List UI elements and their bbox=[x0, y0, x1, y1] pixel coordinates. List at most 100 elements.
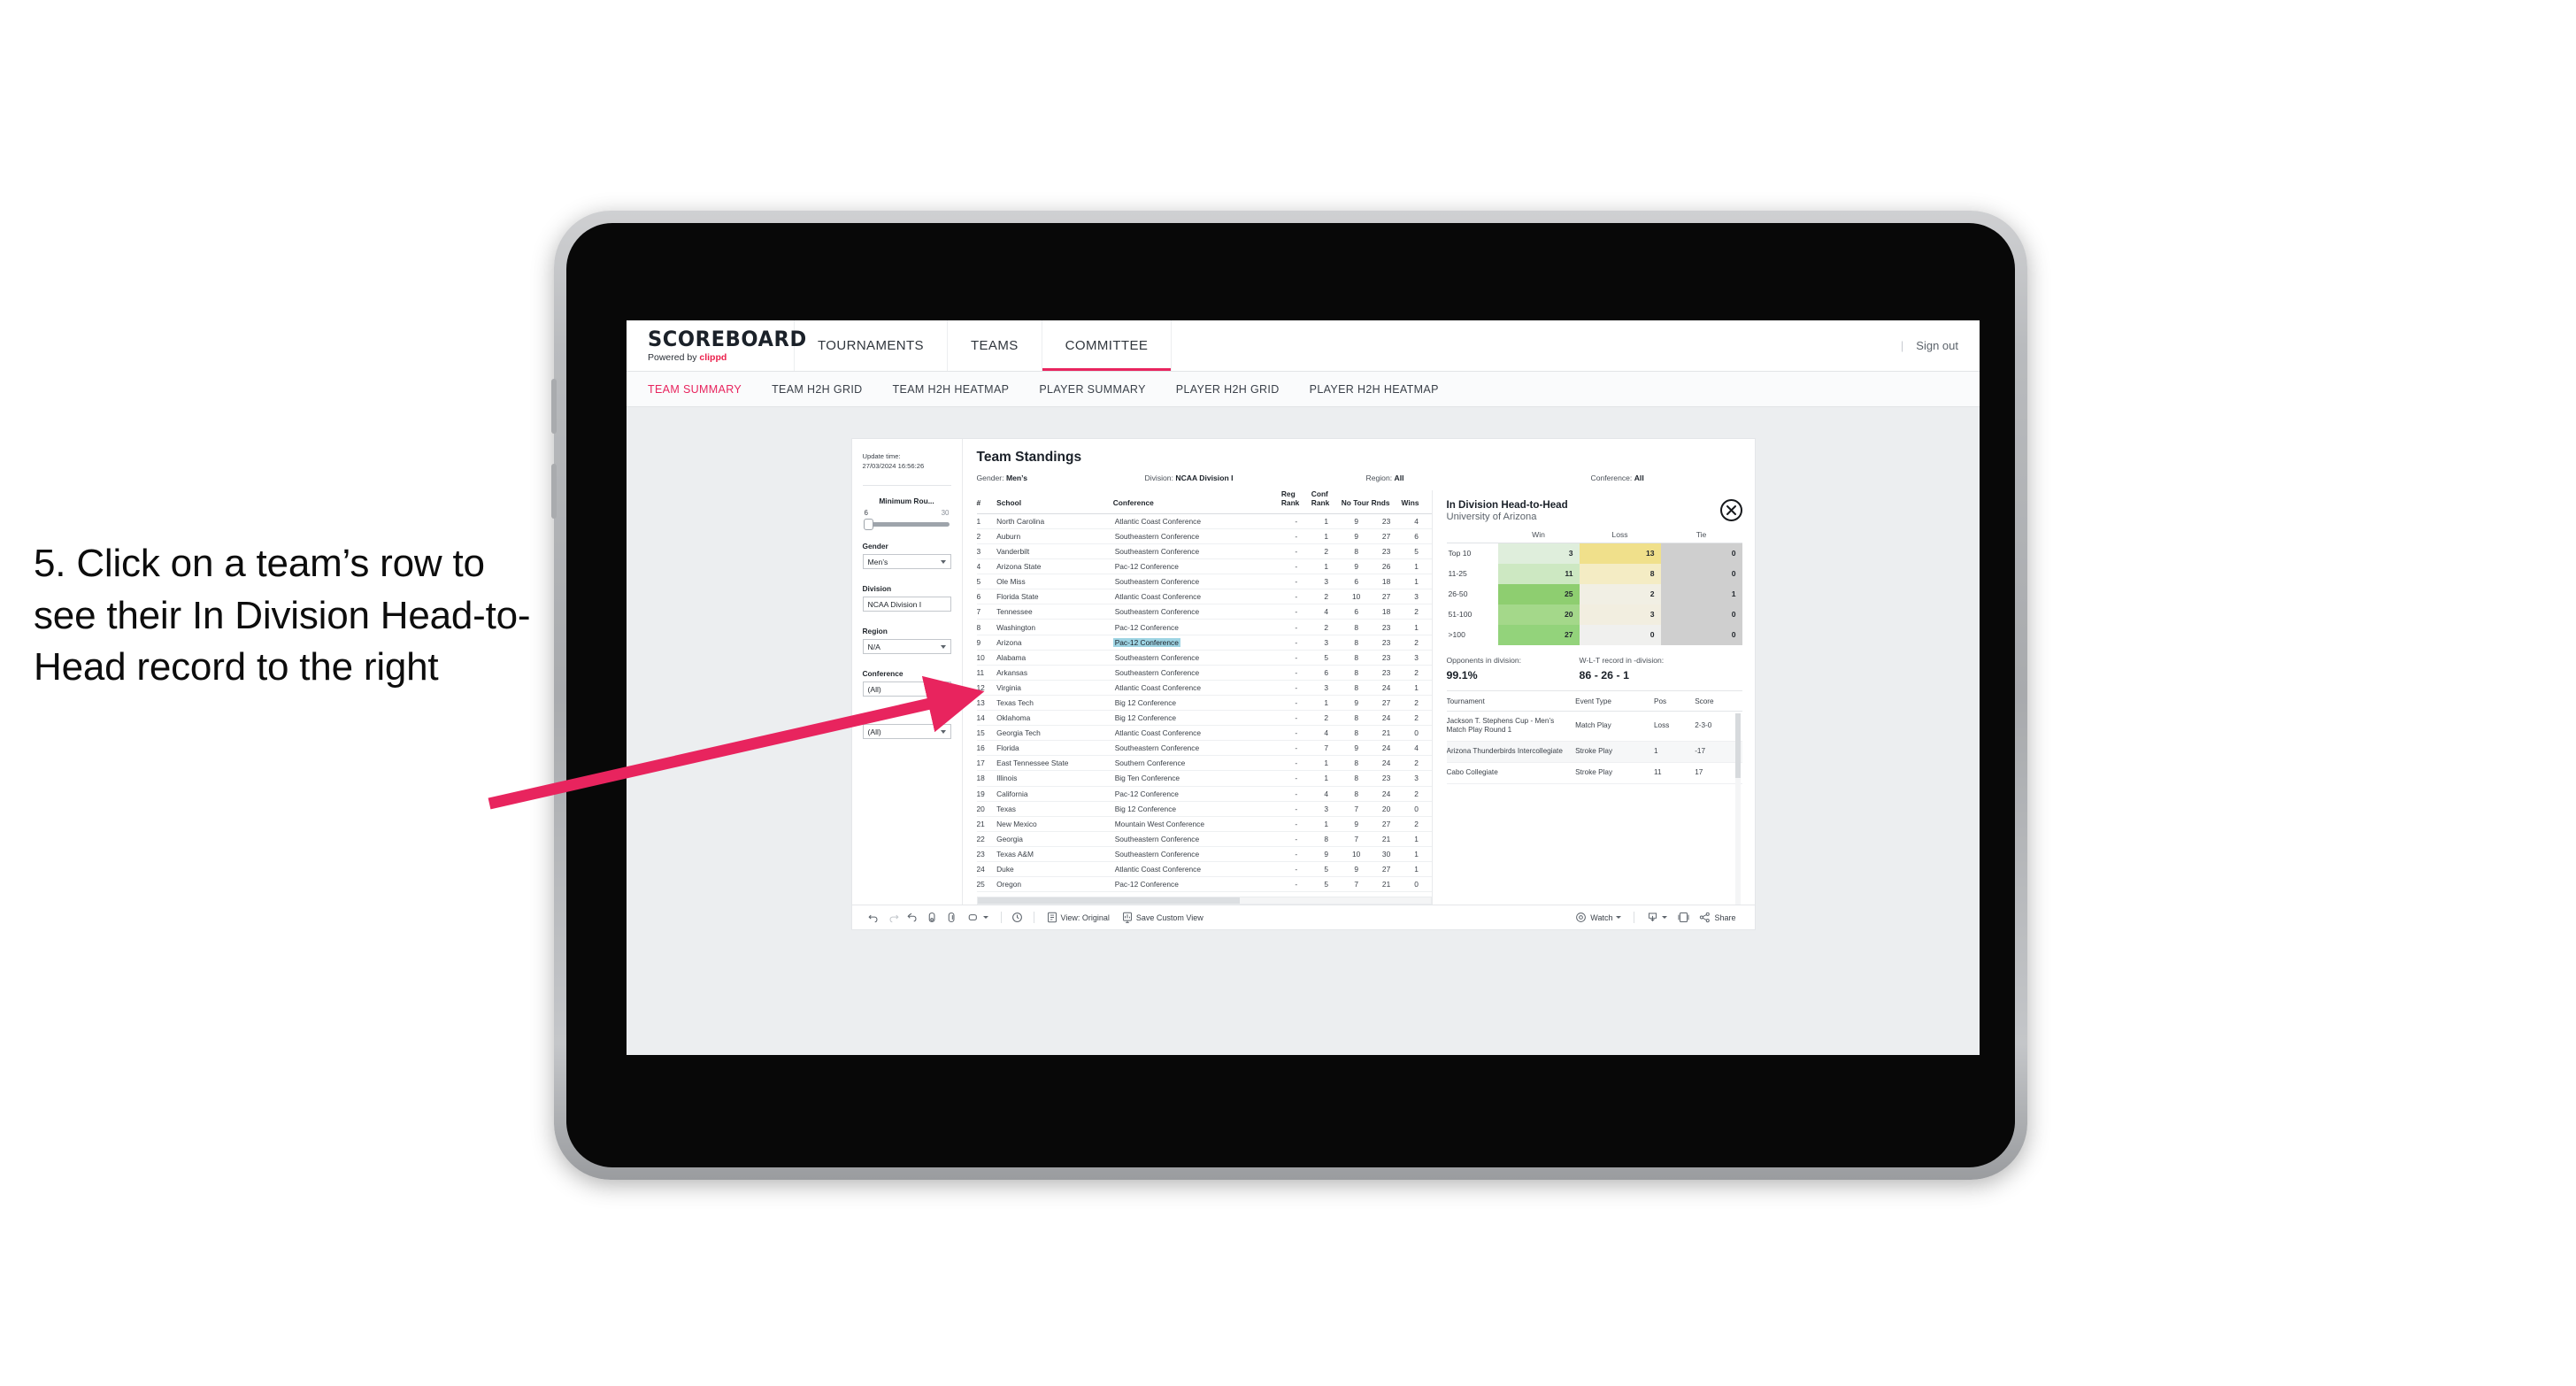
redo-icon[interactable] bbox=[884, 908, 904, 928]
share-button[interactable]: Share bbox=[1693, 912, 1742, 923]
table-row[interactable]: 3 Vanderbilt Southeastern Conference -2 8 23 5 bbox=[976, 543, 1432, 560]
brand-logo[interactable]: SCOREBOARD Powered by clippd bbox=[627, 320, 806, 371]
h2h-cell[interactable]: 3 bbox=[1497, 543, 1580, 564]
table-row[interactable]: 11 Arkansas Southeastern Conference -6 8 23 2 bbox=[976, 665, 1432, 681]
conference-select[interactable]: (All) bbox=[862, 681, 951, 697]
close-icon[interactable] bbox=[1719, 499, 1742, 521]
table-row[interactable]: 2 Auburn Southeastern Conference -1 9 27 6 bbox=[976, 528, 1432, 545]
h2h-cell[interactable]: 8 bbox=[1579, 563, 1661, 584]
nav-item-teams[interactable]: TEAMS bbox=[948, 320, 1042, 371]
subnav-item-player-h2h-heatmap[interactable]: PLAYER H2H HEATMAP bbox=[1310, 383, 1439, 396]
table-row[interactable]: 8 Washington Pac-12 Conference -2 8 23 1 bbox=[976, 619, 1432, 635]
table-row[interactable]: 24 Duke Atlantic Coast Conference -5 9 27 1 bbox=[976, 861, 1432, 878]
h2h-cell[interactable]: 0 bbox=[1660, 563, 1742, 584]
subnav-item-team-h2h-heatmap[interactable]: TEAM H2H HEATMAP bbox=[893, 383, 1010, 396]
cell-rnds: 18 bbox=[1371, 604, 1402, 620]
gender-select[interactable]: Men’s bbox=[862, 554, 951, 569]
undo-icon[interactable] bbox=[865, 908, 884, 928]
save-custom-view-button[interactable]: Save Custom View bbox=[1116, 912, 1210, 923]
table-horizontal-scrollbar[interactable] bbox=[976, 897, 1432, 905]
table-row[interactable]: 19 California Pac-12 Conference -4 8 24 2 bbox=[976, 786, 1432, 802]
subnav-item-player-h2h-grid[interactable]: PLAYER H2H GRID bbox=[1176, 383, 1280, 396]
cell-conf-rank: 3 bbox=[1311, 680, 1342, 696]
table-row[interactable]: 12 Virginia Atlantic Coast Conference -3 8 24… bbox=[976, 680, 1432, 696]
region-select[interactable]: N/A bbox=[862, 639, 951, 654]
h2h-cell[interactable]: 25 bbox=[1497, 583, 1580, 604]
cell-no-tour: 8 bbox=[1341, 770, 1372, 787]
table-row[interactable]: 23 Texas A&M Southeastern Conference -9 10 30… bbox=[976, 846, 1432, 862]
list-item[interactable]: Arizona Thunderbirds Intercollegiate Stro… bbox=[1446, 741, 1742, 763]
col-pos[interactable]: Pos bbox=[1654, 697, 1696, 712]
h2h-cell[interactable]: 11 bbox=[1497, 563, 1580, 584]
h2h-col-loss: Loss bbox=[1579, 530, 1661, 543]
col-score[interactable]: Score bbox=[1695, 697, 1742, 712]
layout-dropdown[interactable] bbox=[962, 912, 995, 922]
col-rnds[interactable]: Rnds bbox=[1371, 490, 1402, 514]
table-row[interactable]: 22 Georgia Southeastern Conference -8 7 21 1 bbox=[976, 831, 1432, 847]
h2h-cell[interactable]: 20 bbox=[1497, 604, 1580, 625]
table-row[interactable]: 18 Illinois Big Ten Conference -1 8 23 3 bbox=[976, 770, 1432, 787]
volume-button-top[interactable] bbox=[551, 379, 557, 434]
h2h-cell[interactable]: 0 bbox=[1579, 624, 1661, 645]
device-layout-icon[interactable] bbox=[1673, 908, 1693, 928]
table-row[interactable]: 10 Alabama Southeastern Conference -5 8 23 3 bbox=[976, 650, 1432, 666]
table-row[interactable]: 15 Georgia Tech Atlantic Coast Conference -… bbox=[976, 725, 1432, 742]
nav-item-committee[interactable]: COMMITTEE bbox=[1042, 320, 1173, 371]
col-conf-rank[interactable]: Conf Rank bbox=[1311, 489, 1342, 514]
col-school[interactable]: School bbox=[996, 490, 1113, 514]
pause-icon[interactable] bbox=[942, 908, 962, 928]
slider-handle[interactable] bbox=[863, 519, 873, 530]
subnav-item-team-summary[interactable]: TEAM SUMMARY bbox=[648, 383, 742, 396]
table-row[interactable]: 1 North Carolina Atlantic Coast Conference… bbox=[976, 513, 1432, 529]
subnav-item-player-summary[interactable]: PLAYER SUMMARY bbox=[1039, 383, 1145, 396]
col-reg-rank[interactable]: Reg Rank bbox=[1280, 489, 1311, 514]
h2h-cell[interactable]: 0 bbox=[1660, 604, 1742, 625]
nav-item-tournaments[interactable]: TOURNAMENTS bbox=[795, 320, 948, 371]
volume-button-bottom[interactable] bbox=[551, 464, 557, 519]
history-icon[interactable] bbox=[1008, 908, 1027, 928]
view-original-button[interactable]: View: Original bbox=[1041, 912, 1116, 923]
table-row[interactable]: 14 Oklahoma Big 12 Conference -2 8 24 2 bbox=[976, 710, 1432, 727]
table-row[interactable]: 6 Florida State Atlantic Coast Conference -… bbox=[976, 589, 1432, 605]
division-select[interactable]: NCAA Division I bbox=[862, 597, 951, 612]
h2h-cell[interactable]: 0 bbox=[1660, 543, 1742, 564]
cell-conf-rank: 2 bbox=[1311, 710, 1342, 727]
h2h-cell[interactable]: 3 bbox=[1579, 604, 1661, 625]
conference-chip: Atlantic Coast Conference bbox=[1114, 865, 1201, 874]
h2h-cell[interactable]: 0 bbox=[1660, 624, 1742, 645]
col-rank[interactable]: # bbox=[976, 490, 997, 514]
table-row[interactable]: 4 Arizona State Pac-12 Conference -1 9 26 1 bbox=[976, 558, 1432, 575]
refresh-icon[interactable] bbox=[923, 908, 942, 928]
sign-out-link[interactable]: Sign out bbox=[1916, 339, 1958, 352]
col-wins[interactable]: Wins bbox=[1401, 490, 1432, 514]
list-item[interactable]: Jackson T. Stephens Cup - Men’s Match Pl… bbox=[1446, 711, 1742, 743]
table-row[interactable]: 9 Arizona Pac-12 Conference -3 8 23 2 bbox=[976, 635, 1432, 651]
h2h-cell[interactable]: 1 bbox=[1660, 583, 1742, 604]
table-row[interactable]: 21 New Mexico Mountain West Conference -1 9 2… bbox=[976, 816, 1432, 832]
revert-icon[interactable] bbox=[904, 908, 923, 928]
scrollbar-thumb[interactable] bbox=[977, 897, 1241, 905]
subnav-item-team-h2h-grid[interactable]: TEAM H2H GRID bbox=[772, 383, 862, 396]
col-conference[interactable]: Conference bbox=[1112, 490, 1281, 514]
h2h-cell[interactable]: 2 bbox=[1579, 583, 1661, 604]
col-event-type[interactable]: Event Type bbox=[1575, 697, 1654, 712]
table-row[interactable]: 5 Ole Miss Southeastern Conference -3 6 18 1 bbox=[976, 574, 1432, 590]
list-item[interactable]: Cabo Collegiate Stroke Play 11 17 bbox=[1446, 762, 1742, 784]
col-no-tour[interactable]: No Tour bbox=[1341, 490, 1372, 514]
download-dropdown[interactable] bbox=[1641, 912, 1673, 923]
table-row[interactable]: 7 Tennessee Southeastern Conference -4 6 18 2 bbox=[976, 604, 1432, 620]
min-rounds-slider[interactable] bbox=[863, 519, 950, 530]
cell-reg-rank: - bbox=[1280, 680, 1311, 696]
tournament-vertical-scrollbar[interactable] bbox=[1734, 712, 1741, 905]
table-row[interactable]: 13 Texas Tech Big 12 Conference -1 9 27 2 bbox=[976, 695, 1432, 712]
h2h-cell[interactable]: 13 bbox=[1579, 543, 1661, 564]
school-select[interactable]: (All) bbox=[862, 724, 951, 739]
col-tournament[interactable]: Tournament bbox=[1446, 697, 1576, 712]
h2h-cell[interactable]: 27 bbox=[1497, 624, 1580, 645]
table-row[interactable]: 20 Texas Big 12 Conference -3 7 20 0 bbox=[976, 801, 1432, 817]
scrollbar-thumb[interactable] bbox=[1734, 712, 1741, 779]
table-row[interactable]: 25 Oregon Pac-12 Conference -5 7 21 0 bbox=[976, 876, 1432, 893]
watch-button[interactable]: Watch bbox=[1569, 912, 1627, 923]
table-row[interactable]: 16 Florida Southeastern Conference -7 9 24 4 bbox=[976, 740, 1432, 757]
table-row[interactable]: 17 East Tennessee State Southern Conferenc… bbox=[976, 755, 1432, 772]
